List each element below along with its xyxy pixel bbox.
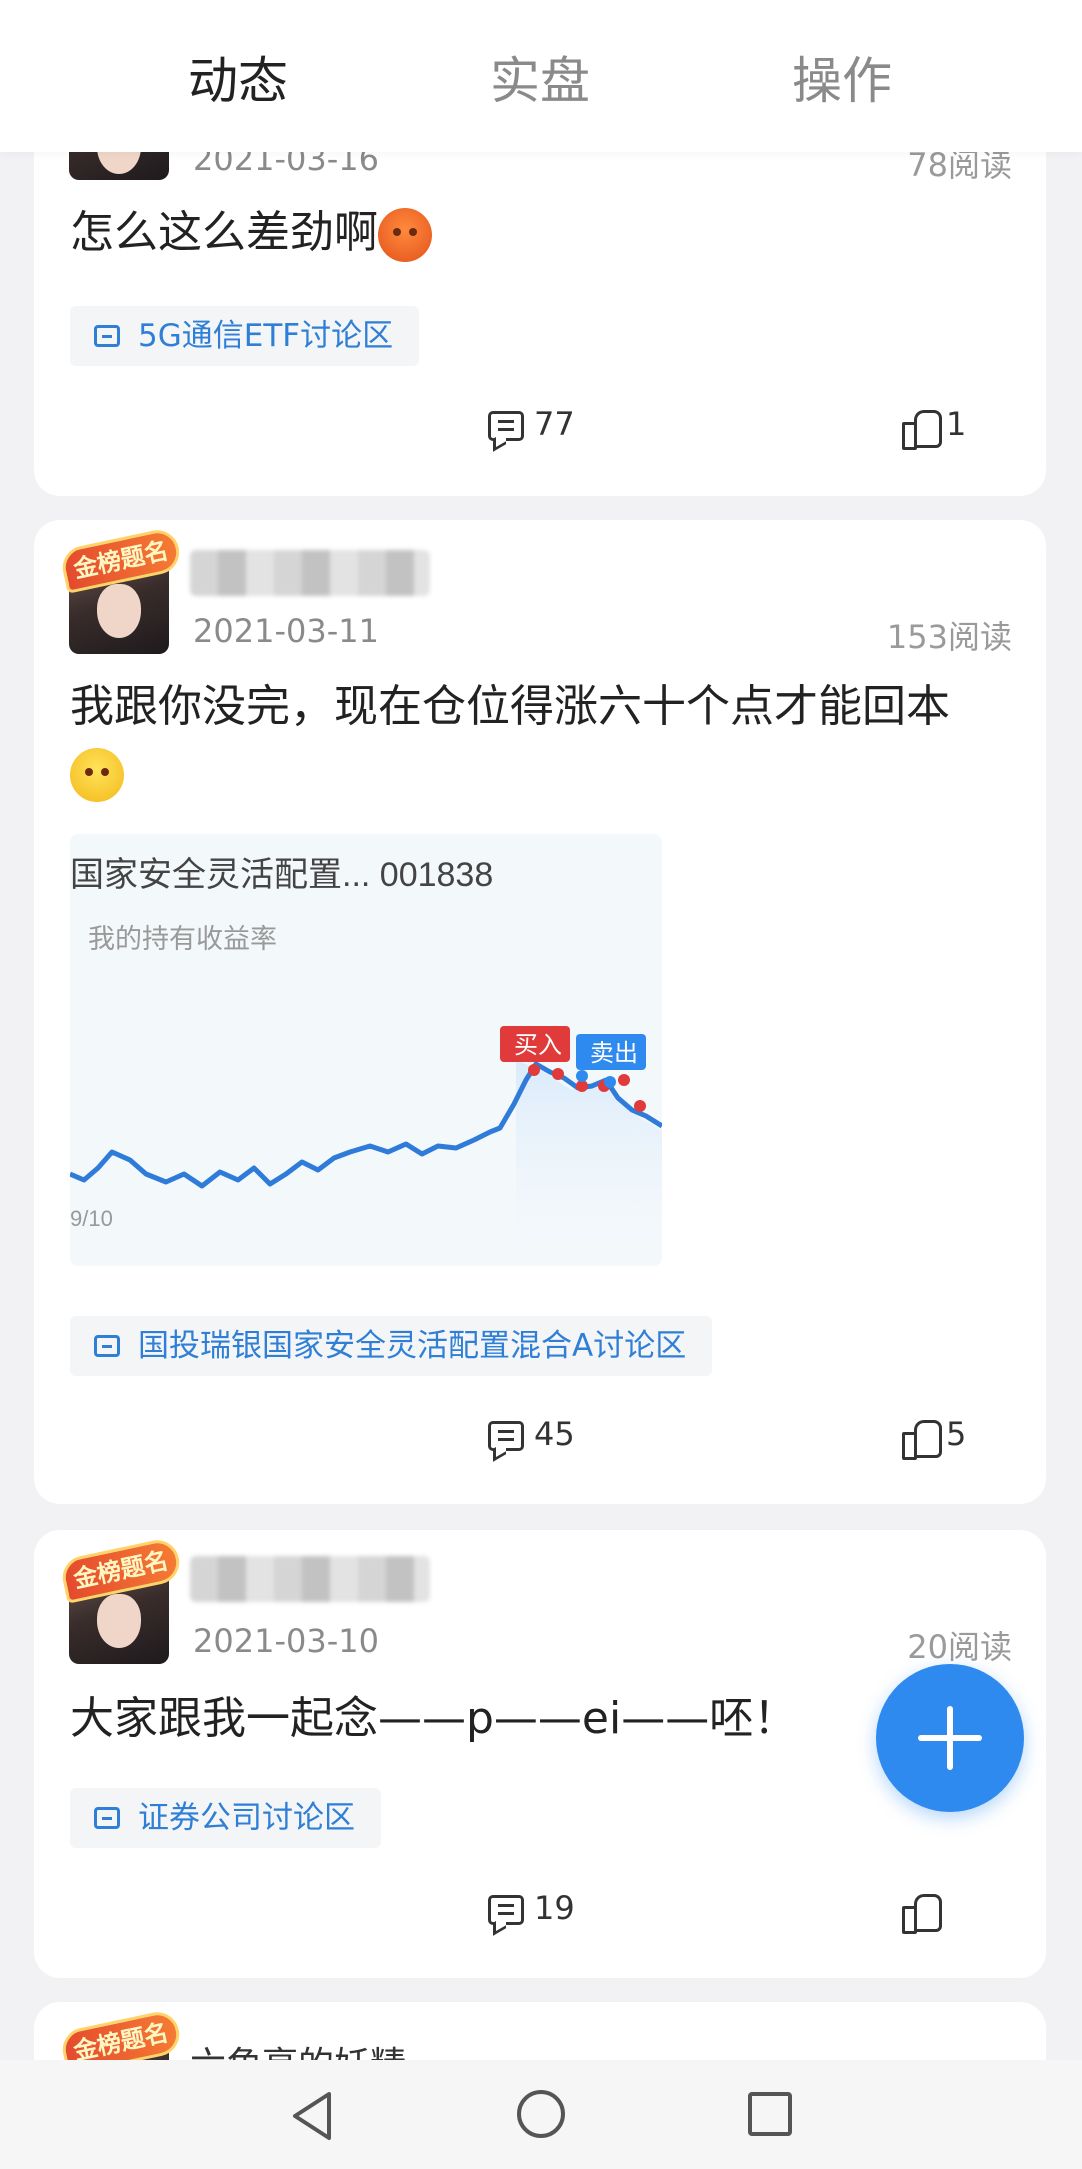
sell-marker-label: 卖出 bbox=[590, 1040, 638, 1067]
post-image-chart[interactable]: 国家安全灵活配置... 001838 我的持有收益率 买入 卖出 9/10 bbox=[70, 834, 662, 1266]
comment-button[interactable]: 77 bbox=[488, 402, 575, 446]
add-post-button[interactable] bbox=[876, 1664, 1024, 1812]
chart-area bbox=[516, 1060, 662, 1266]
read-count: 153阅读 bbox=[886, 618, 1012, 656]
comment-button[interactable]: 19 bbox=[488, 1886, 575, 1930]
thumbs-up-icon bbox=[902, 408, 942, 450]
chat-bubble-icon bbox=[94, 1335, 120, 1357]
comment-count: 19 bbox=[534, 1889, 575, 1927]
comment-icon bbox=[488, 411, 524, 441]
read-count: 20阅读 bbox=[907, 1628, 1012, 1666]
tab-dynamics[interactable]: 动态 bbox=[188, 50, 288, 112]
comment-count: 77 bbox=[534, 405, 575, 443]
comment-icon bbox=[488, 1895, 524, 1925]
like-button[interactable] bbox=[902, 1886, 946, 1934]
post-text[interactable]: 我跟你没完，现在仓位得涨六十个点才能回本 bbox=[70, 674, 1012, 806]
comment-count: 45 bbox=[534, 1415, 575, 1453]
chart-svg: 国家安全灵活配置... 001838 我的持有收益率 买入 卖出 9/10 bbox=[70, 856, 662, 1266]
chart-subtitle: 我的持有收益率 bbox=[88, 924, 277, 954]
topic-tag-label: 证券公司讨论区 bbox=[138, 1800, 355, 1836]
username-blurred[interactable] bbox=[190, 550, 430, 596]
post-text-content: 怎么这么差劲啊 bbox=[70, 207, 378, 258]
post-date: 2021-03-11 bbox=[193, 612, 379, 650]
like-button[interactable]: 1 bbox=[902, 402, 967, 450]
like-count: 1 bbox=[946, 405, 967, 443]
post-text[interactable]: 怎么这么差劲啊 bbox=[70, 200, 1012, 266]
top-tab-bar: 动态 实盘 操作 bbox=[0, 0, 1082, 152]
username[interactable]: 六角亭的妖精 bbox=[190, 2036, 406, 2060]
crying-emoji-icon bbox=[70, 748, 124, 802]
topic-tag[interactable]: 证券公司讨论区 bbox=[70, 1788, 381, 1848]
angry-emoji-icon bbox=[378, 208, 432, 262]
chat-bubble-icon bbox=[94, 1807, 120, 1829]
chat-bubble-icon bbox=[94, 325, 120, 347]
comment-button[interactable]: 45 bbox=[488, 1412, 575, 1456]
thumbs-up-icon bbox=[902, 1892, 942, 1934]
topic-tag[interactable]: 国投瑞银国家安全灵活配置混合A讨论区 bbox=[70, 1316, 713, 1376]
post-card[interactable]: 金榜题名 2021-03-11 153阅读 我跟你没完，现在仓位得涨六十个点才能… bbox=[34, 520, 1046, 1504]
post-text[interactable]: 大家跟我一起念——p——ei——呸！ bbox=[70, 1686, 1012, 1752]
comment-icon bbox=[488, 1421, 524, 1451]
recent-apps-icon[interactable] bbox=[748, 2092, 792, 2136]
username-blurred[interactable] bbox=[190, 1556, 430, 1602]
tab-real-portfolio[interactable]: 实盘 bbox=[490, 50, 590, 112]
tab-operations[interactable]: 操作 bbox=[792, 50, 892, 112]
system-nav-bar bbox=[0, 2060, 1082, 2169]
topic-tag-label: 国投瑞银国家安全灵活配置混合A讨论区 bbox=[138, 1328, 687, 1364]
post-date: 2021-03-10 bbox=[193, 1622, 379, 1660]
post-card[interactable]: 金榜题名 六角亭的妖精 bbox=[34, 2002, 1046, 2060]
buy-marker-label: 买入 bbox=[514, 1032, 562, 1059]
honor-badge: 金榜题名 bbox=[58, 2008, 184, 2060]
topic-tag-label: 5G通信ETF讨论区 bbox=[138, 318, 394, 354]
like-button[interactable]: 5 bbox=[902, 1412, 967, 1460]
like-count: 5 bbox=[946, 1415, 967, 1453]
chart-title: 国家安全灵活配置... 001838 bbox=[70, 856, 493, 894]
post-text-content: 我跟你没完，现在仓位得涨六十个点才能回本 bbox=[70, 681, 950, 732]
thumbs-up-icon bbox=[902, 1418, 942, 1460]
chart-x-tick: 9/10 bbox=[70, 1206, 113, 1231]
topic-tag[interactable]: 5G通信ETF讨论区 bbox=[70, 306, 420, 366]
home-icon[interactable] bbox=[517, 2090, 565, 2138]
